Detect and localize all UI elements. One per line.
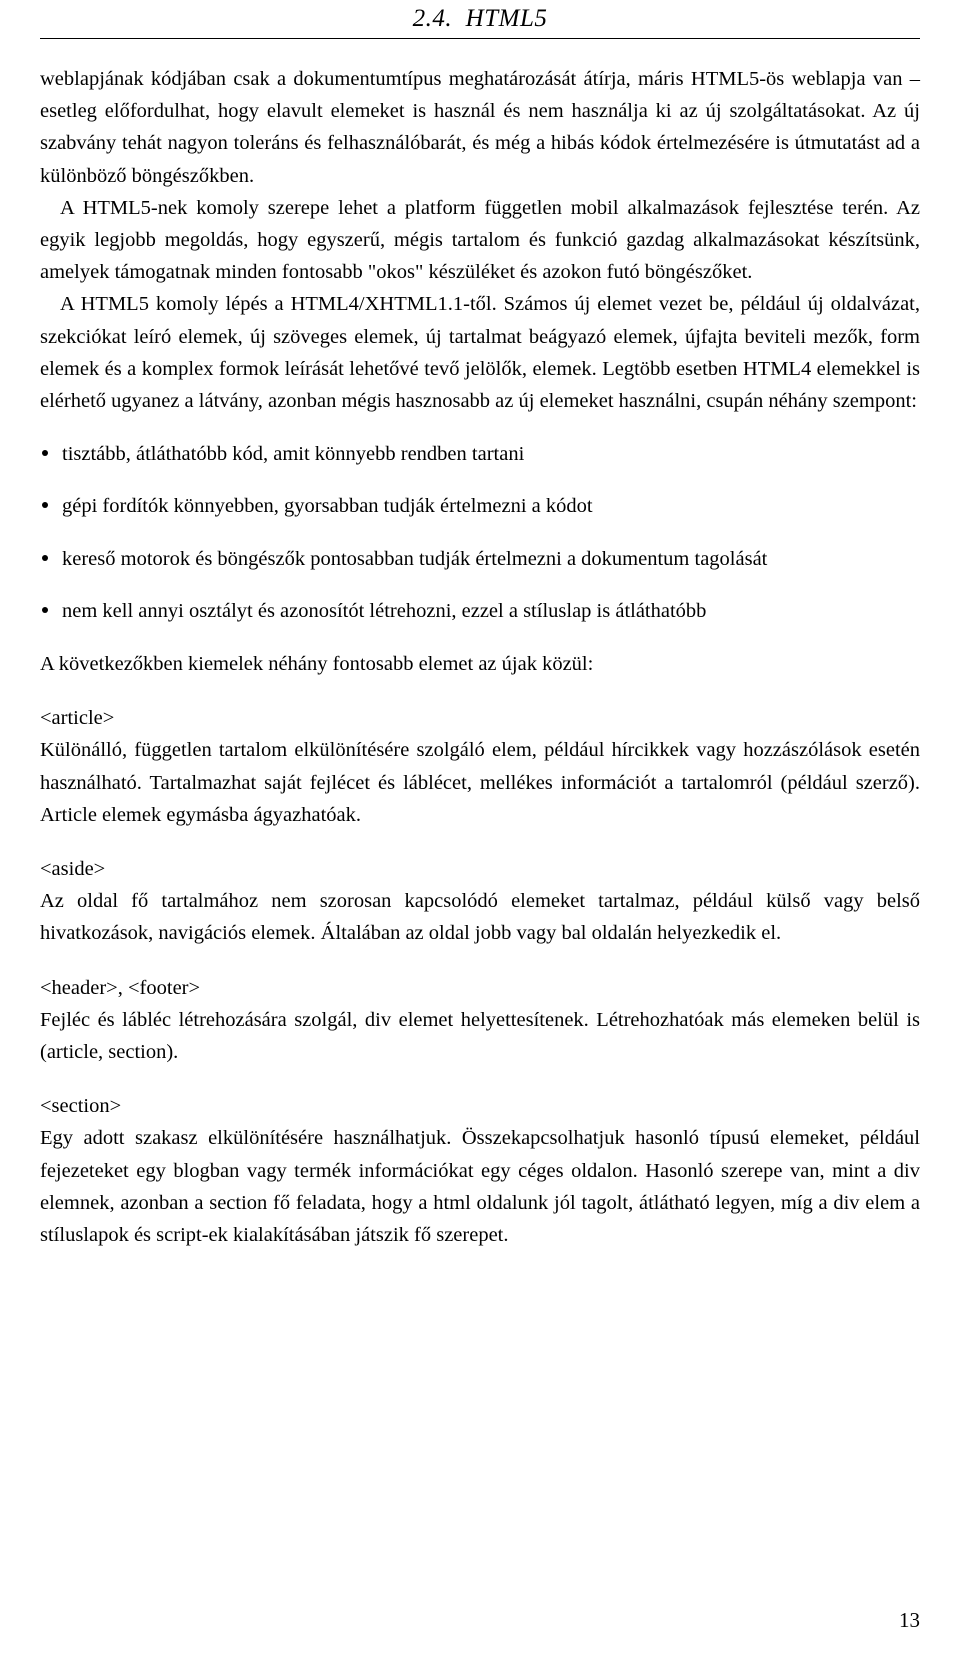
element-tag-name: <header>, <footer> [40,976,201,999]
list-item: kereső motorok és böngészők pontosabban … [40,543,920,575]
paragraph-html5-step: A HTML5 komoly lépés a HTML4/XHTML1.1-tő… [40,293,920,413]
element-tag-name: <section> [40,1095,122,1118]
list-item-label: kereső motorok és böngészők pontosabban … [62,547,768,570]
paragraph-intro-elements: A következőkben kiemelek néhány fontosab… [40,653,594,676]
element-description: Az oldal fő tartalmához nem szorosan kap… [40,890,920,945]
list-item: nem kell annyi osztályt és azonosítót lé… [40,595,920,627]
element-description: Fejléc és lábléc létrehozására szolgál, … [40,1008,920,1064]
element-entry-aside: <aside> Az oldal fő tartalmához nem szor… [40,853,920,950]
bullet-dot-icon [42,554,48,561]
paragraph-html5-mobile: A HTML5-nek komoly szerepe lehet a platf… [40,196,920,284]
list-item-label: nem kell annyi osztályt és azonosítót lé… [62,599,707,622]
list-item-label: tisztább, átláthatóbb kód, amit könnyebb… [62,443,525,466]
page-number: 13 [899,1608,920,1632]
list-item-label: gépi fordítók könnyebben, gyorsabban tud… [62,495,593,518]
element-entry-section: <section> Egy adott szakasz elkülönítésé… [40,1090,920,1251]
element-entry-header-footer: <header>, <footer> Fejléc és lábléc létr… [40,972,920,1069]
page-body: weblapjának kódjában csak a dokumentumtí… [40,63,920,1251]
bullet-dot-icon [42,606,48,613]
list-item: gépi fordítók könnyebben, gyorsabban tud… [40,490,920,522]
document-page: 2.4. HTML5 weblapjának kódjában csak a d… [0,0,960,1661]
list-item: tisztább, átláthatóbb kód, amit könnyebb… [40,438,920,470]
header-rule [40,38,920,39]
element-description: Egy adott szakasz elkülönítésére használ… [40,1127,920,1247]
bullet-dot-icon [42,450,48,457]
element-tag-name: <article> [40,707,115,730]
element-description: Különálló, független tartalom elkülöníté… [40,739,920,826]
bullet-dot-icon [42,502,48,509]
paragraph-continuation: weblapjának kódjában csak a dokumentumtí… [40,68,920,187]
running-header-title: 2.4. HTML5 [412,5,548,32]
element-entry-article: <article> Különálló, független tartalom … [40,702,920,831]
element-tag-name: <aside> [40,858,106,881]
advantages-list: tisztább, átláthatóbb kód, amit könnyebb… [40,438,920,627]
